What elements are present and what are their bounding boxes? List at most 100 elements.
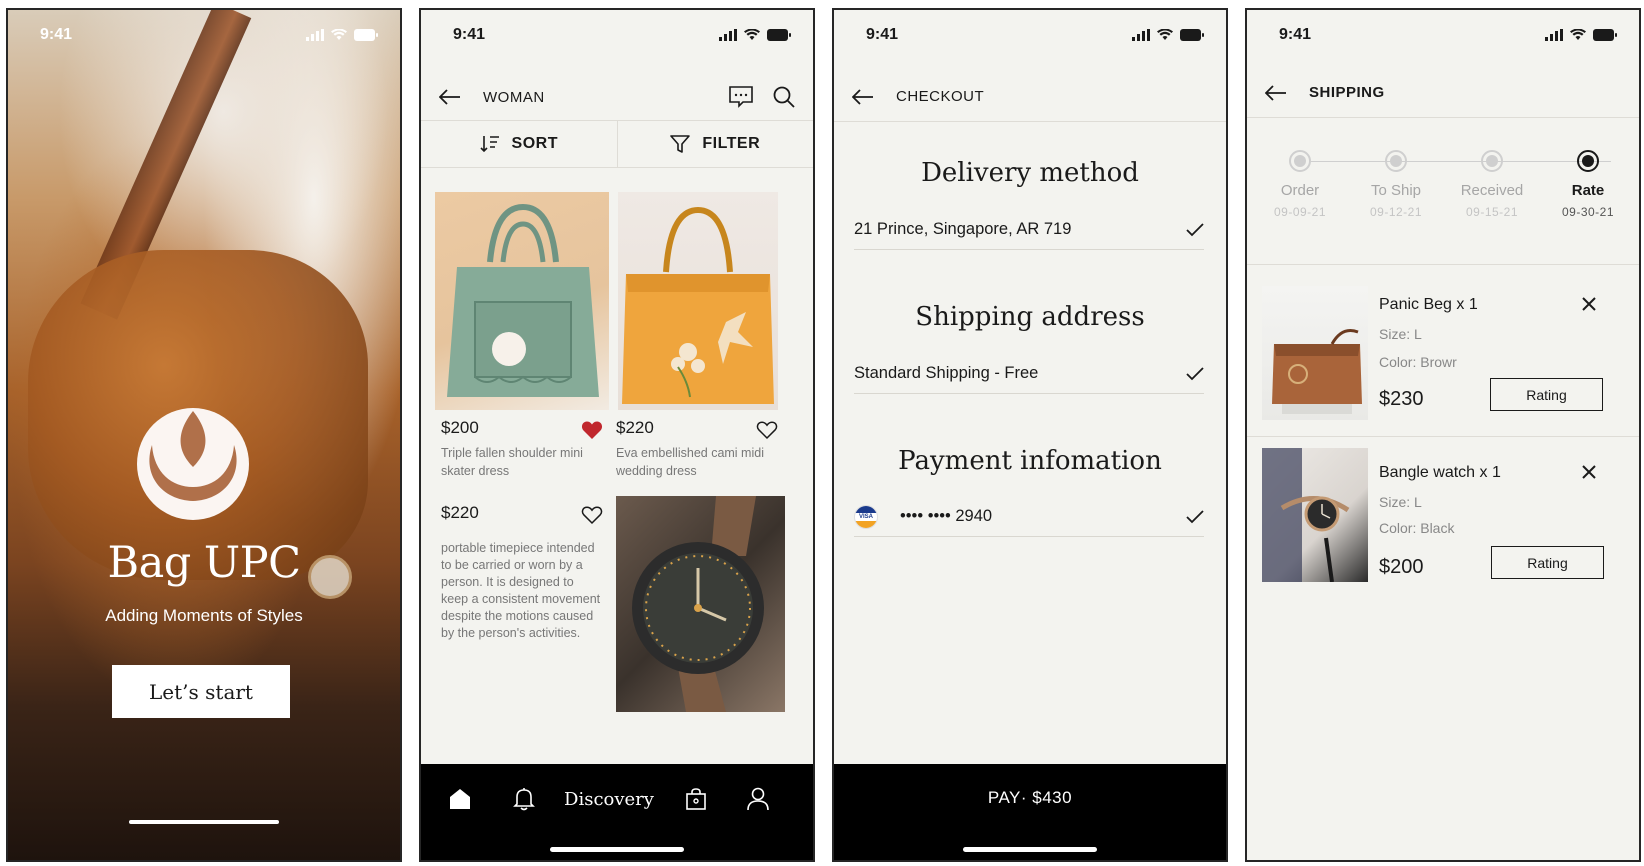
home-indicator[interactable] — [129, 820, 279, 824]
signal-icon — [306, 29, 324, 41]
woman-products-screen: 9:41 WOMAN SORT FILTER $200 Triple falle… — [419, 8, 815, 862]
heart-outline-icon[interactable] — [756, 420, 778, 440]
step-date: 09-15-21 — [1465, 205, 1519, 219]
checkmark-icon — [1186, 509, 1204, 523]
nav-cart[interactable] — [683, 786, 709, 812]
order-item-image-watch[interactable] — [1262, 448, 1368, 582]
status-icons — [719, 29, 791, 41]
signal-icon — [1132, 29, 1150, 41]
wifi-icon — [1157, 29, 1173, 40]
rating-button[interactable]: Rating — [1491, 546, 1604, 579]
step-rate: Rate 09-30-21 — [1543, 150, 1633, 219]
status-bar: 9:41 — [421, 10, 813, 60]
battery-icon — [1593, 29, 1617, 41]
rating-button[interactable]: Rating — [1490, 378, 1603, 411]
step-received: Received 09-15-21 — [1447, 150, 1537, 219]
product-name: Triple fallen shoulder mini skater dress — [441, 446, 583, 478]
home-indicator[interactable] — [963, 847, 1097, 852]
status-bar: 9:41 — [1247, 10, 1639, 60]
heart-filled-icon[interactable] — [581, 420, 603, 440]
signal-icon — [719, 29, 737, 41]
pay-bar: PAY· $430 — [834, 764, 1226, 860]
divider — [1247, 264, 1639, 265]
close-icon[interactable] — [1581, 296, 1597, 312]
step-dot — [1481, 150, 1503, 172]
product-price: $200 — [441, 418, 479, 437]
bottom-navigation-bar: Discovery — [421, 764, 813, 860]
payment-card-row[interactable]: VISA •••• •••• 2940 — [854, 497, 1204, 537]
step-order: Order 09-09-21 — [1255, 150, 1345, 219]
filter-label: FILTER — [702, 135, 761, 152]
tagline: Adding Moments of Styles — [105, 606, 303, 625]
delivery-address-value: 21 Prince, Singapore, AR 719 — [854, 220, 1072, 238]
heart-outline-icon[interactable] — [581, 505, 603, 525]
product-name: portable timepiece intended to be carrie… — [441, 541, 601, 640]
order-progress-stepper: Order 09-09-21 To Ship 09-12-21 Received… — [1247, 150, 1639, 240]
order-item-color: Color: Browr — [1379, 354, 1457, 370]
sort-button[interactable]: SORT — [421, 121, 618, 167]
page-header: WOMAN — [421, 70, 813, 124]
pay-button[interactable]: PAY· $430 — [834, 788, 1226, 808]
order-item-color: Color: Black — [1379, 520, 1455, 536]
splash-screen: 9:41 Bag UPC Adding Moments of Styles Le… — [6, 8, 402, 862]
order-item-image-bag[interactable] — [1262, 286, 1368, 420]
shipping-screen: 9:41 SHIPPING Order 09-09-21 To Ship 09-… — [1245, 8, 1641, 862]
step-dot — [1289, 150, 1311, 172]
payment-information-heading: Payment infomation — [898, 446, 1162, 476]
status-icons — [306, 29, 378, 41]
order-item-price: $200 — [1379, 556, 1424, 578]
checkmark-icon — [1186, 366, 1204, 380]
page-header: CHECKOUT — [834, 72, 1226, 122]
battery-icon — [354, 29, 378, 41]
shipping-option-row[interactable]: Standard Shipping - Free — [854, 354, 1204, 394]
status-time: 9:41 — [453, 26, 486, 43]
home-icon — [450, 789, 470, 809]
product-image-watch[interactable] — [616, 496, 785, 712]
sort-label: SORT — [511, 135, 558, 152]
close-icon[interactable] — [1581, 464, 1597, 480]
filter-icon — [670, 135, 691, 153]
step-to-ship: To Ship 09-12-21 — [1351, 150, 1441, 219]
product-image-green-bag[interactable] — [435, 192, 609, 410]
product-image-orange-bag[interactable] — [618, 192, 778, 410]
page-title: CHECKOUT — [896, 88, 985, 105]
user-icon — [747, 787, 769, 811]
sort-filter-bar: SORT FILTER — [421, 120, 813, 168]
order-item-price: $230 — [1379, 388, 1424, 410]
step-date: 09-09-21 — [1273, 205, 1327, 219]
wifi-icon — [331, 29, 347, 40]
filter-button[interactable]: FILTER — [618, 121, 814, 167]
shopping-bag-icon — [686, 788, 706, 810]
battery-icon — [1180, 29, 1204, 41]
back-arrow-icon[interactable] — [439, 85, 463, 109]
divider — [1247, 436, 1639, 437]
home-indicator[interactable] — [550, 847, 684, 852]
nav-profile[interactable] — [745, 786, 771, 812]
lets-start-button[interactable]: Let’s start — [112, 665, 290, 718]
chat-icon[interactable] — [729, 86, 753, 108]
card-brand: VISA — [858, 513, 873, 520]
search-icon[interactable] — [773, 86, 795, 108]
bell-icon — [513, 788, 535, 811]
back-arrow-icon[interactable] — [852, 85, 876, 109]
step-label: To Ship — [1370, 182, 1422, 199]
nav-home[interactable] — [447, 786, 473, 812]
order-item-name: Bangle watch x 1 — [1379, 464, 1501, 481]
status-bar: 9:41 — [8, 10, 400, 60]
sort-icon — [479, 136, 499, 153]
delivery-method-row[interactable]: 21 Prince, Singapore, AR 719 — [854, 210, 1204, 250]
nav-notifications[interactable] — [511, 786, 537, 812]
brand-name: Bag UPC — [107, 538, 301, 588]
product-price: $220 — [441, 503, 479, 522]
status-time: 9:41 — [1279, 26, 1312, 43]
signal-icon — [1545, 29, 1563, 41]
nav-discovery[interactable]: Discovery — [561, 786, 657, 812]
battery-icon — [767, 29, 791, 41]
step-date: 09-12-21 — [1369, 205, 1423, 219]
card-number-masked: •••• •••• 2940 — [900, 507, 993, 525]
wifi-icon — [1570, 29, 1586, 40]
product-name: Eva embellished cami midi wedding dress — [616, 446, 764, 478]
status-icons — [1545, 29, 1617, 41]
page-title: WOMAN — [483, 88, 545, 106]
back-arrow-icon[interactable] — [1265, 81, 1289, 105]
